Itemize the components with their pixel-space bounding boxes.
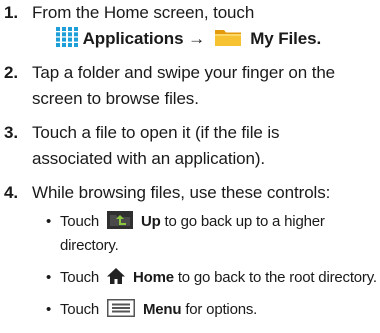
step-number: 2. bbox=[4, 63, 18, 82]
control-description: for options. bbox=[185, 301, 258, 318]
control-description: to go back up to a higher directory. bbox=[60, 213, 325, 254]
step-3: 3. Touch a file to open it (if the file … bbox=[0, 120, 380, 172]
menu-label: Menu bbox=[142, 301, 182, 318]
control-item-menu: • Touch Menu for options. bbox=[32, 298, 380, 322]
step-number: 1. bbox=[4, 3, 18, 22]
folder-up-icon bbox=[107, 211, 133, 229]
step-2: 2. Tap a folder and swipe your finger on… bbox=[0, 60, 380, 112]
home-label: Home bbox=[132, 269, 174, 286]
my-files-label: My Files bbox=[250, 29, 317, 48]
applications-grid-icon bbox=[56, 27, 78, 47]
period: . bbox=[316, 29, 322, 48]
step-text: Touch a file to open it (if the file is … bbox=[32, 123, 280, 168]
bullet: • bbox=[46, 213, 52, 230]
bullet: • bbox=[46, 301, 52, 318]
applications-label: Applications bbox=[82, 29, 184, 48]
controls-list: • Touch Up to go back up to a higher dir… bbox=[0, 210, 380, 322]
step-1-line-2: Applications → My Files. bbox=[32, 26, 380, 52]
control-item-up: • Touch Up to go back up to a higher dir… bbox=[32, 210, 380, 258]
step-number: 4. bbox=[4, 183, 18, 202]
bullet: • bbox=[46, 269, 52, 286]
step-1: 1. From the Home screen, touch Applicati… bbox=[0, 0, 380, 52]
folder-icon bbox=[214, 27, 242, 47]
touch-text: Touch bbox=[60, 269, 100, 286]
touch-text: Touch bbox=[60, 301, 100, 318]
up-label: Up bbox=[140, 213, 161, 230]
step-text: While browsing files, use these controls… bbox=[32, 183, 331, 202]
step-1-line-1: From the Home screen, touch bbox=[32, 0, 380, 26]
home-icon bbox=[106, 267, 126, 285]
arrow-glyph: → bbox=[188, 29, 205, 48]
step-number: 3. bbox=[4, 123, 18, 142]
touch-text: Touch bbox=[60, 213, 100, 230]
instructions-list: 1. From the Home screen, touch Applicati… bbox=[0, 0, 380, 322]
step-text: Tap a folder and swipe your finger on th… bbox=[32, 63, 336, 108]
menu-icon bbox=[107, 299, 135, 317]
step-text: From the Home screen, touch bbox=[32, 3, 255, 22]
control-description: to go back to the root directory. bbox=[177, 269, 377, 286]
step-4: 4. While browsing files, use these contr… bbox=[0, 180, 380, 206]
control-item-home: • Touch Home to go back to the root dire… bbox=[32, 266, 380, 290]
